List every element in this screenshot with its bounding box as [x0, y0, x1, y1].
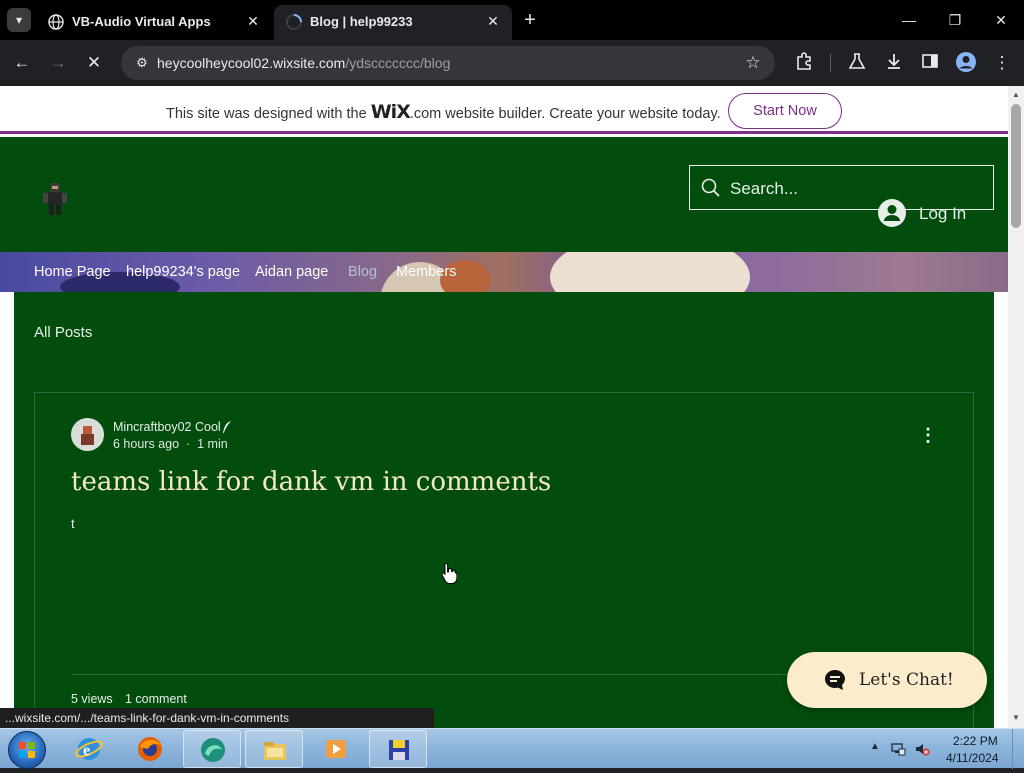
globe-icon [48, 14, 64, 30]
chat-button[interactable]: Let's Chat! [787, 652, 987, 708]
url-path: /ydsccccccc/blog [345, 55, 451, 71]
tab-search-button[interactable]: ▾ [7, 8, 31, 32]
stop-loading-icon[interactable]: ✕ [82, 51, 106, 75]
page-scrollbar[interactable]: ▲ ▼ [1008, 86, 1024, 728]
author-avatar[interactable] [71, 418, 104, 451]
user-avatar-icon [878, 199, 906, 227]
browser-menu-icon[interactable]: ⋮ [990, 51, 1014, 75]
browser-app-icon [201, 738, 225, 762]
restore-icon[interactable]: ❐ [940, 6, 970, 34]
scroll-up-arrow-icon[interactable]: ▲ [1012, 90, 1020, 99]
start-now-button[interactable]: Start Now [728, 93, 842, 129]
side-panel-icon[interactable] [918, 51, 942, 75]
author-name[interactable]: Mincraftboy02 Cool [113, 420, 221, 434]
meta-separator: · [185, 437, 191, 451]
url-text[interactable]: heycoolheycool02.wixsite.com/ydsccccccc/… [157, 55, 450, 71]
forward-arrow-icon[interactable]: → [46, 51, 70, 75]
close-tab-icon[interactable]: ✕ [484, 12, 502, 30]
download-icon[interactable] [882, 51, 906, 75]
taskbar-floppy-app[interactable] [369, 730, 427, 768]
profile-avatar-icon[interactable] [954, 51, 978, 75]
tab-title: VB-Audio Virtual Apps [72, 14, 211, 29]
new-tab-icon[interactable]: + [519, 9, 541, 31]
wix-banner-text-before: This site was designed with the [166, 106, 371, 122]
tab-strip: ▾ VB-Audio Virtual Apps ✕ Blog | help992… [0, 0, 1024, 40]
url-domain: heycoolheycool02.wixsite.com [157, 55, 346, 71]
nav-item-home[interactable]: Home Page [34, 264, 111, 280]
writer-badge-icon [223, 421, 231, 433]
close-window-icon[interactable]: ✕ [986, 6, 1016, 34]
site-info-icon[interactable]: ⚙ [133, 54, 151, 72]
post-title[interactable]: teams link for dank vm in comments [71, 467, 551, 497]
wix-banner-text-after: .com website builder. Create your websit… [409, 106, 721, 122]
scroll-down-arrow-icon[interactable]: ▼ [1012, 713, 1020, 722]
all-posts-link[interactable]: All Posts [34, 324, 92, 341]
more-options-icon[interactable]: ⋮ [919, 425, 937, 445]
taskbar-browser[interactable] [183, 730, 241, 768]
wix-banner: This site was designed with the WiX.com … [0, 86, 1008, 134]
minimize-icon[interactable]: — [894, 6, 924, 34]
taskbar-file-explorer[interactable] [245, 730, 303, 768]
show-desktop-button[interactable] [1012, 729, 1024, 769]
scrollbar-thumb[interactable] [1011, 104, 1021, 228]
nav-item-help99234[interactable]: help99234's page [126, 264, 240, 280]
site-header: Search... Log In [0, 137, 1008, 252]
labs-flask-icon[interactable] [845, 51, 869, 75]
login-label: Log In [919, 204, 967, 223]
chat-label: Let's Chat! [859, 670, 954, 690]
search-placeholder: Search... [730, 179, 799, 198]
nav-item-members[interactable]: Members [396, 264, 456, 280]
taskbar-firefox[interactable] [121, 730, 179, 768]
banner-image-shape [550, 252, 750, 292]
hand-pointer-cursor-icon [441, 562, 457, 584]
clock-date[interactable]: 4/11/2024 [946, 751, 999, 765]
taskbar-media-player[interactable] [307, 730, 365, 768]
post-time: 6 hours ago [113, 437, 180, 451]
clock-time[interactable]: 2:22 PM [953, 734, 998, 748]
windows-logo-icon [19, 742, 35, 758]
loading-spinner-icon [286, 14, 302, 30]
view-count: 5 views [71, 692, 113, 706]
network-icon[interactable] [890, 741, 906, 757]
internet-explorer-icon: e [75, 738, 103, 760]
post-excerpt: t [71, 516, 75, 531]
tab-blog[interactable]: Blog | help99233 ✕ [274, 5, 512, 40]
floppy-disk-icon [389, 740, 409, 760]
svg-text:e: e [83, 742, 90, 759]
start-button[interactable] [8, 731, 46, 769]
back-arrow-icon[interactable]: ← [10, 51, 34, 75]
site-logo-avatar[interactable] [40, 181, 70, 217]
post-meta: 6 hours ago · 1 min [113, 437, 228, 451]
taskbar: e ▲ 2:22 PM 4/11/2024 [0, 728, 1024, 769]
firefox-icon [138, 737, 162, 761]
read-time: 1 min [197, 437, 228, 451]
wix-logo: WiX [370, 101, 411, 123]
site-nav: Home Page help99234's page Aidan page Bl… [0, 252, 1008, 292]
media-player-icon [326, 740, 346, 758]
nav-item-blog[interactable]: Blog [348, 264, 377, 280]
speaker-muted-icon[interactable] [914, 741, 930, 757]
toolbar-divider [830, 54, 831, 72]
browser-toolbar: ← → ✕ ⚙ heycoolheycool02.wixsite.com/yds… [0, 40, 1024, 86]
close-tab-icon[interactable]: ✕ [244, 12, 262, 30]
chat-bubble-icon [825, 670, 845, 690]
wix-banner-text: This site was designed with the WiX.com … [166, 101, 721, 123]
nav-item-aidan[interactable]: Aidan page [255, 264, 328, 280]
search-icon [701, 178, 720, 197]
tab-vb-audio[interactable]: VB-Audio Virtual Apps ✕ [36, 5, 272, 40]
comment-count[interactable]: 1 comment [125, 692, 187, 706]
bookmark-star-icon[interactable]: ☆ [743, 53, 763, 73]
show-hidden-icons-icon[interactable]: ▲ [870, 741, 880, 752]
folder-icon [264, 742, 286, 760]
link-status-bubble: ...wixsite.com/.../teams-link-for-dank-v… [0, 708, 435, 728]
page-viewport: This site was designed with the WiX.com … [0, 86, 1024, 728]
extensions-icon[interactable] [792, 51, 816, 75]
taskbar-internet-explorer[interactable]: e [60, 730, 118, 768]
address-bar[interactable]: ⚙ heycoolheycool02.wixsite.com/ydscccccc… [121, 46, 775, 80]
tab-title: Blog | help99233 [310, 14, 413, 29]
